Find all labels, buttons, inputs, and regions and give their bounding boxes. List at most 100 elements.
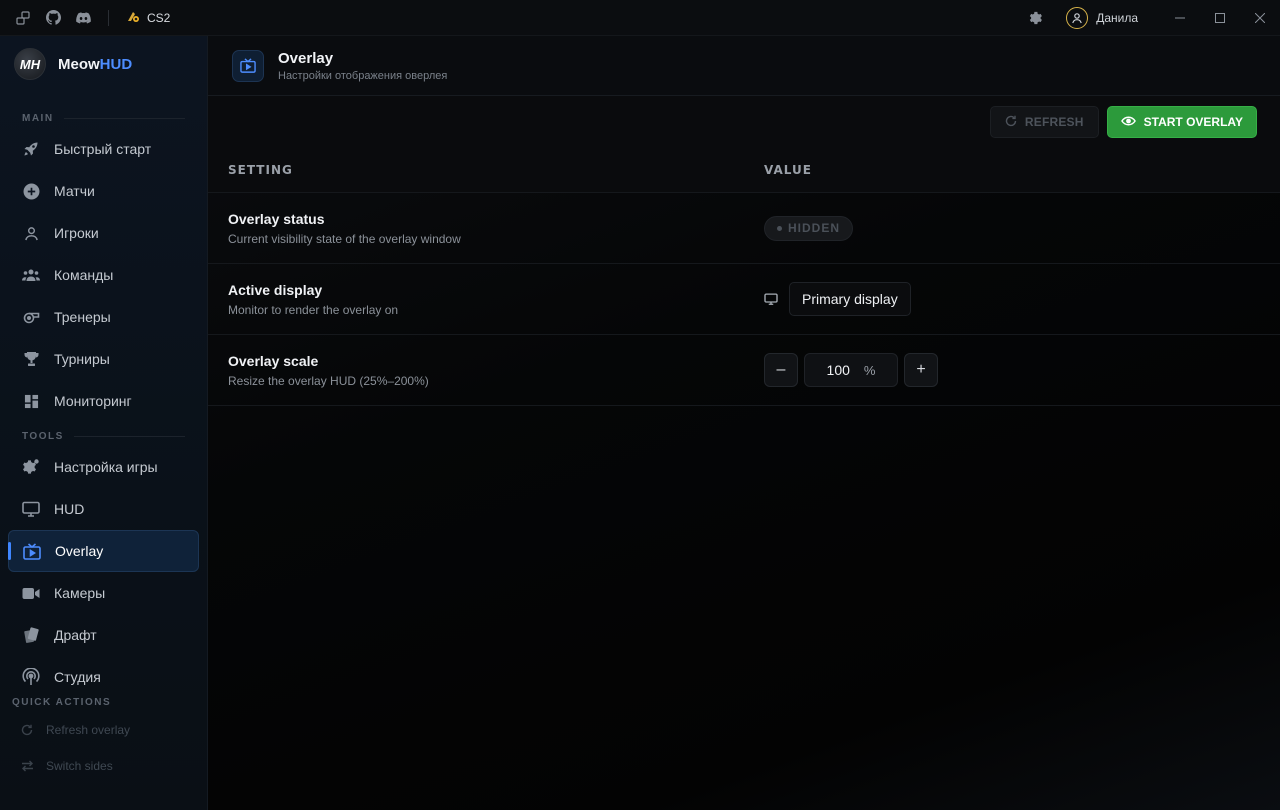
- tv-play-icon: [23, 542, 41, 560]
- dashboard-icon: [22, 392, 40, 410]
- sidebar-item-draft[interactable]: Драфт: [0, 614, 207, 656]
- row-subtitle: Resize the overlay HUD (25%–200%): [228, 373, 429, 388]
- cards-icon: [22, 626, 40, 644]
- column-header-value: VALUE: [764, 163, 812, 177]
- sidebar-item-label: Тренеры: [54, 309, 111, 325]
- broadcast-icon: [22, 668, 40, 686]
- display-select[interactable]: Primary display: [789, 282, 911, 316]
- whistle-icon: [22, 308, 40, 326]
- settings-table-header: SETTING VALUE: [208, 148, 1280, 193]
- sidebar-item-players[interactable]: Игроки: [0, 212, 207, 254]
- tv-play-icon: [232, 49, 264, 82]
- quick-action-label: Refresh overlay: [46, 723, 131, 737]
- sidebar-item-quick-start[interactable]: Быстрый старт: [0, 128, 207, 170]
- quick-action-label: Switch sides: [46, 759, 113, 773]
- row-subtitle: Monitor to render the overlay on: [228, 302, 399, 317]
- sidebar-item-hud[interactable]: HUD: [0, 488, 207, 530]
- toolbar: REFRESH START OVERLAY: [208, 96, 1280, 148]
- start-overlay-button[interactable]: START OVERLAY: [1106, 106, 1257, 138]
- user-name: Данила: [1096, 11, 1138, 25]
- brand[interactable]: MH MeowHUD: [0, 36, 207, 92]
- sidebar-item-overlay[interactable]: Overlay: [8, 530, 199, 572]
- page-title: Overlay: [278, 49, 334, 67]
- row-subtitle: Current visibility state of the overlay …: [228, 231, 461, 246]
- rocket-icon: [22, 140, 40, 158]
- sidebar-item-teams[interactable]: Команды: [0, 254, 207, 296]
- game-selector[interactable]: CS2: [125, 8, 170, 27]
- page-subtitle: Настройки отображения оверлея: [278, 69, 448, 82]
- section-label-main: MAIN: [0, 110, 207, 126]
- scale-input[interactable]: 100 %: [804, 353, 898, 387]
- close-icon: [1255, 13, 1265, 23]
- quick-action-switch-sides[interactable]: Switch sides: [0, 748, 207, 784]
- eye-icon: [1120, 115, 1136, 129]
- table-row-overlay-scale: Overlay scale Resize the overlay HUD (25…: [208, 335, 1280, 406]
- brand-logo: MH: [14, 48, 46, 80]
- close-button[interactable]: [1240, 0, 1280, 36]
- sidebar-item-label: Игроки: [54, 225, 99, 241]
- trophy-icon: [22, 350, 40, 368]
- sidebar-item-label: Турниры: [54, 351, 110, 367]
- game-name: CS2: [147, 10, 171, 25]
- sidebar-item-label: Мониторинг: [54, 393, 132, 409]
- user-menu[interactable]: Данила: [1066, 7, 1138, 29]
- sidebar-item-coaches[interactable]: Тренеры: [0, 296, 207, 338]
- maximize-icon: [1215, 13, 1225, 23]
- sidebar-item-label: Матчи: [54, 183, 95, 199]
- sidebar-item-studio[interactable]: Студия: [0, 656, 207, 698]
- titlebar-divider: [108, 9, 109, 26]
- window-switch-icon[interactable]: [14, 9, 32, 27]
- avatar: [1066, 7, 1089, 29]
- scale-increase-button[interactable]: +: [904, 353, 938, 387]
- discord-icon[interactable]: [74, 9, 92, 27]
- monitor-icon: [22, 500, 40, 518]
- brand-name: MeowHUD: [58, 55, 133, 73]
- sidebar-item-cameras[interactable]: Камеры: [0, 572, 207, 614]
- sidebar-item-label: Драфт: [54, 627, 97, 643]
- sidebar-item-label: Быстрый старт: [54, 141, 152, 157]
- sidebar: MH MeowHUD MAIN Быстрый старт Матчи Игро…: [0, 36, 208, 810]
- section-label-tools: TOOLS: [0, 428, 207, 444]
- quick-action-refresh-overlay[interactable]: Refresh overlay: [0, 712, 207, 748]
- gears-icon: [22, 458, 40, 476]
- sidebar-item-game-settings[interactable]: Настройка игры: [0, 446, 207, 488]
- sidebar-item-label: Команды: [54, 267, 114, 283]
- title-bar: CS2 Данила: [0, 0, 1280, 36]
- refresh-icon: [20, 723, 34, 737]
- row-title: Overlay status: [228, 210, 325, 227]
- scale-value: 100: [826, 362, 850, 378]
- refresh-button[interactable]: REFRESH: [989, 106, 1099, 138]
- sidebar-item-label: Студия: [54, 669, 101, 685]
- refresh-icon: [1005, 115, 1017, 130]
- settings-gear-icon[interactable]: [1026, 9, 1044, 27]
- main-content: Overlay Настройки отображения оверлея RE…: [208, 36, 1280, 810]
- sidebar-item-label: Камеры: [54, 585, 106, 601]
- scale-stepper: – 100 % +: [764, 353, 938, 387]
- status-dot-icon: [777, 225, 782, 231]
- team-icon: [22, 266, 40, 284]
- camera-icon: [22, 584, 40, 602]
- minimize-icon: [1175, 17, 1185, 19]
- row-title: Active display: [228, 281, 323, 298]
- sidebar-item-tournaments[interactable]: Турниры: [0, 338, 207, 380]
- github-icon[interactable]: [44, 9, 62, 27]
- user-icon: [22, 224, 40, 242]
- sidebar-item-monitoring[interactable]: Мониторинг: [0, 380, 207, 422]
- row-title: Overlay scale: [228, 352, 319, 369]
- table-row-active-display: Active display Monitor to render the ove…: [208, 264, 1280, 335]
- status-badge: HIDDEN: [764, 215, 854, 241]
- sidebar-item-label: Настройка игры: [54, 459, 158, 475]
- table-row-overlay-status: Overlay status Current visibility state …: [208, 193, 1280, 264]
- column-header-setting: SETTING: [228, 163, 293, 177]
- cs2-icon: [125, 8, 141, 27]
- sidebar-item-label: HUD: [54, 501, 85, 517]
- monitor-icon: [764, 293, 778, 305]
- scale-decrease-button[interactable]: –: [764, 353, 798, 387]
- user-icon: [1072, 13, 1082, 24]
- sidebar-item-matches[interactable]: Матчи: [0, 170, 207, 212]
- scale-unit: %: [863, 362, 876, 378]
- swap-icon: [20, 759, 34, 773]
- minimize-button[interactable]: [1160, 0, 1200, 36]
- page-header: Overlay Настройки отображения оверлея: [208, 36, 1280, 96]
- maximize-button[interactable]: [1200, 0, 1240, 36]
